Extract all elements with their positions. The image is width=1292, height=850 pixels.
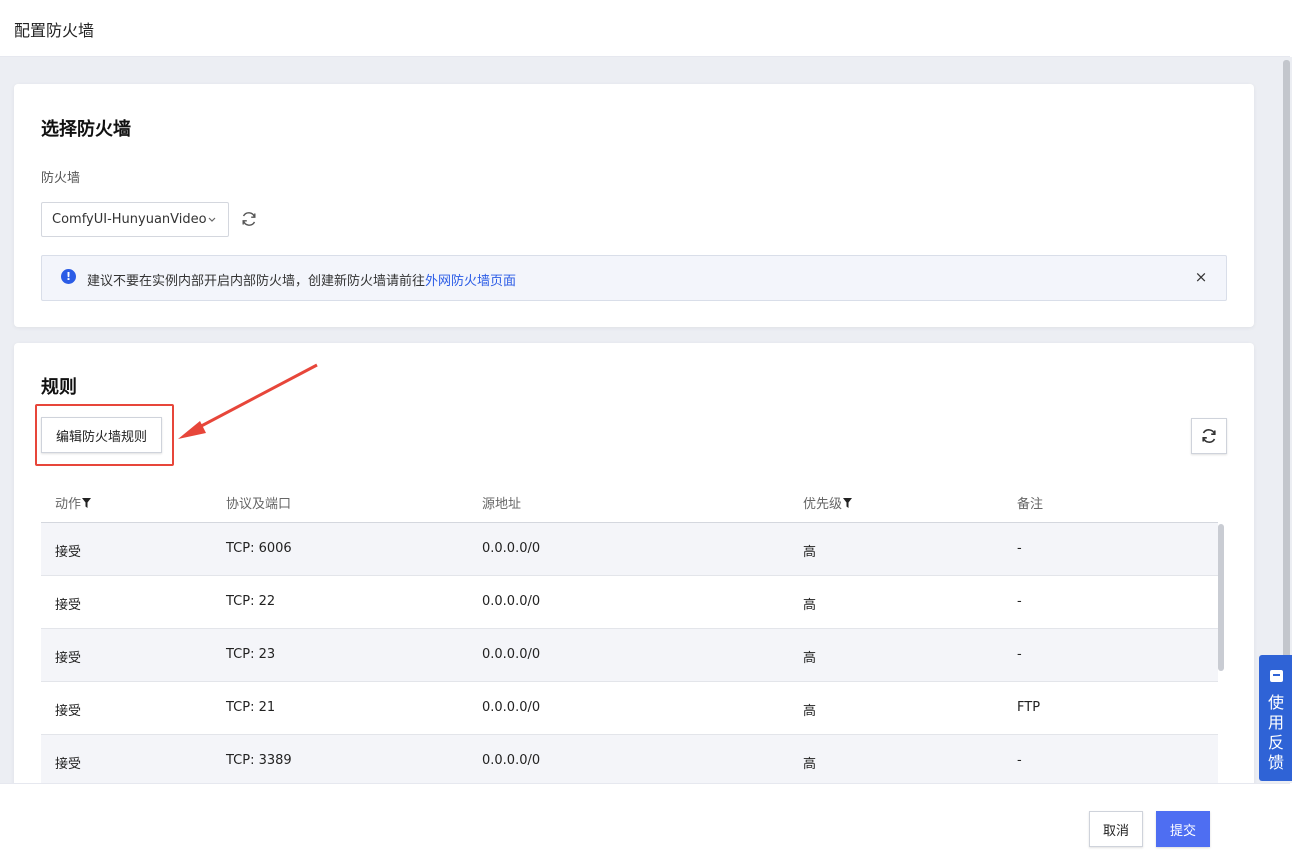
main-content: 选择防火墙 防火墙 ComfyUI-HunyuanVideo ! 建议不要在实例… bbox=[0, 57, 1282, 783]
cell-action: 接受 bbox=[55, 757, 82, 772]
refresh-icon[interactable] bbox=[240, 210, 258, 228]
cell-protocol-port: TCP: 22 bbox=[226, 594, 276, 609]
table-row: 接受 TCP: 22 0.0.0.0/0 高 - bbox=[41, 576, 1218, 629]
feedback-label: 使用反馈 bbox=[1268, 693, 1285, 772]
cell-source: 0.0.0.0/0 bbox=[482, 700, 541, 715]
info-alert: ! 建议不要在实例内部开启内部防火墙，创建新防火墙请前往外网防火墙页面 × bbox=[41, 255, 1227, 301]
column-header-label: 动作 bbox=[55, 497, 82, 512]
table-row: 接受 TCP: 3389 0.0.0.0/0 高 - bbox=[41, 735, 1218, 783]
cell-source: 0.0.0.0/0 bbox=[482, 753, 541, 768]
page-title: 配置防火墙 bbox=[14, 21, 95, 40]
cell-source: 0.0.0.0/0 bbox=[482, 594, 541, 609]
cell-remark: - bbox=[1017, 647, 1022, 662]
rules-table: 动作 协议及端口 源地址 优先级 备注 接受 TCP: 6006 0.0.0.0… bbox=[41, 479, 1218, 783]
firewall-select[interactable]: ComfyUI-HunyuanVideo bbox=[41, 202, 229, 237]
firewall-field-label: 防火墙 bbox=[41, 171, 81, 186]
table-row: 接受 TCP: 21 0.0.0.0/0 高 FTP bbox=[41, 682, 1218, 735]
firewall-select-value: ComfyUI-HunyuanVideo bbox=[52, 212, 207, 227]
top-bar: 配置防火墙 bbox=[0, 0, 1290, 57]
cell-priority: 高 bbox=[803, 704, 817, 719]
column-header-source: 源地址 bbox=[482, 497, 522, 512]
cell-remark: FTP bbox=[1017, 700, 1041, 715]
column-header-action: 动作 bbox=[55, 493, 92, 512]
column-header-remark: 备注 bbox=[1017, 497, 1044, 512]
cell-priority: 高 bbox=[803, 545, 817, 560]
cell-priority: 高 bbox=[803, 598, 817, 613]
column-header-priority: 优先级 bbox=[803, 493, 853, 512]
cell-action: 接受 bbox=[55, 651, 82, 666]
cell-action: 接受 bbox=[55, 598, 82, 613]
column-header-protocol-port: 协议及端口 bbox=[226, 497, 292, 512]
alert-message: 建议不要在实例内部开启内部防火墙，创建新防火墙请前往外网防火墙页面 bbox=[87, 270, 516, 289]
edit-firewall-rules-button[interactable]: 编辑防火墙规则 bbox=[41, 417, 162, 453]
cell-priority: 高 bbox=[803, 651, 817, 666]
filter-icon[interactable] bbox=[82, 497, 92, 508]
rules-card: 规则 编辑防火墙规则 动作 协议及端口 源地址 优先级 备注 接受 TCP: 6… bbox=[14, 343, 1254, 783]
cell-source: 0.0.0.0/0 bbox=[482, 647, 541, 662]
cell-action: 接受 bbox=[55, 545, 82, 560]
cell-source: 0.0.0.0/0 bbox=[482, 541, 541, 556]
cell-action: 接受 bbox=[55, 704, 82, 719]
chevron-down-icon bbox=[208, 217, 216, 222]
filter-icon[interactable] bbox=[843, 497, 853, 508]
feedback-tab[interactable]: 使用反馈 bbox=[1259, 655, 1292, 781]
table-scrollbar[interactable] bbox=[1218, 524, 1224, 671]
alert-text: 建议不要在实例内部开启内部防火墙，创建新防火墙请前往 bbox=[87, 274, 426, 289]
section-title-rules: 规则 bbox=[41, 377, 77, 398]
refresh-rules-button[interactable] bbox=[1191, 418, 1227, 454]
cell-remark: - bbox=[1017, 753, 1022, 768]
external-firewall-link[interactable]: 外网防火墙页面 bbox=[425, 274, 516, 289]
cell-protocol-port: TCP: 6006 bbox=[226, 541, 292, 556]
section-title-select-firewall: 选择防火墙 bbox=[41, 119, 131, 140]
cell-protocol-port: TCP: 23 bbox=[226, 647, 276, 662]
message-icon bbox=[1270, 670, 1283, 682]
footer-bar: 取消 提交 bbox=[0, 783, 1290, 850]
column-header-label: 优先级 bbox=[803, 497, 843, 512]
info-icon: ! bbox=[61, 269, 76, 284]
firewall-select-card: 选择防火墙 防火墙 ComfyUI-HunyuanVideo ! 建议不要在实例… bbox=[14, 84, 1254, 327]
table-header: 动作 协议及端口 源地址 优先级 备注 bbox=[41, 479, 1218, 523]
cell-priority: 高 bbox=[803, 757, 817, 772]
cancel-button[interactable]: 取消 bbox=[1089, 811, 1143, 847]
submit-button[interactable]: 提交 bbox=[1156, 811, 1210, 847]
cell-protocol-port: TCP: 21 bbox=[226, 700, 276, 715]
table-row: 接受 TCP: 23 0.0.0.0/0 高 - bbox=[41, 629, 1218, 682]
close-icon[interactable]: × bbox=[1194, 268, 1208, 286]
cell-remark: - bbox=[1017, 541, 1022, 556]
arrow-annotation-icon bbox=[178, 363, 318, 439]
cell-protocol-port: TCP: 3389 bbox=[226, 753, 292, 768]
refresh-icon bbox=[1202, 429, 1216, 443]
table-row: 接受 TCP: 6006 0.0.0.0/0 高 - bbox=[41, 523, 1218, 576]
cell-remark: - bbox=[1017, 594, 1022, 609]
